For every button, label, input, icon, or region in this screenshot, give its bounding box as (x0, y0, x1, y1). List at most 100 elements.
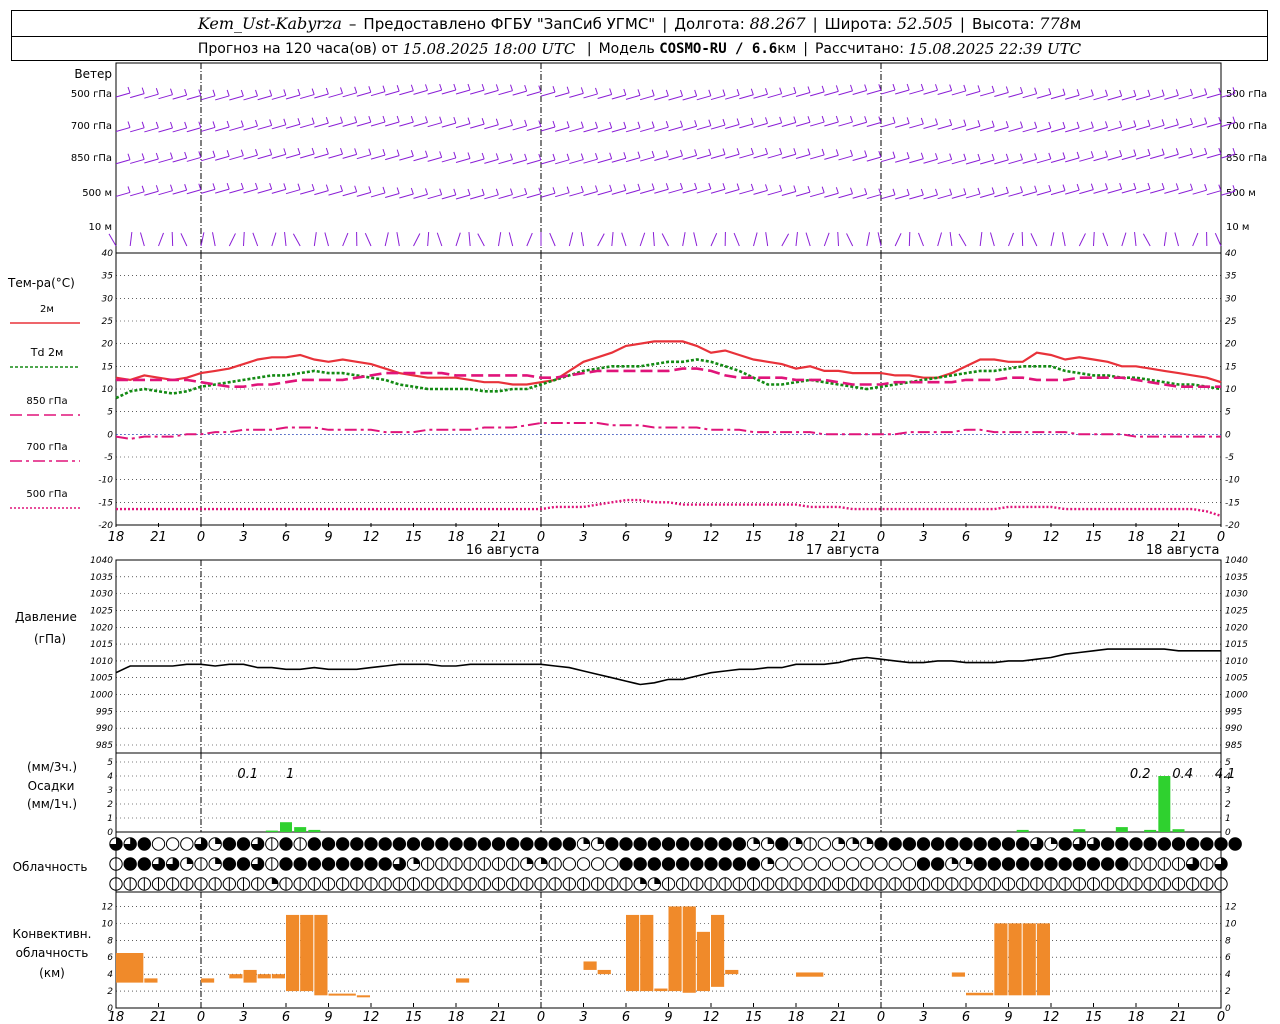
lon-label: Долгота: (674, 14, 745, 33)
cloud-symbol (265, 857, 279, 871)
wind-barb (810, 91, 825, 97)
wind-barb (668, 95, 683, 101)
alt-label: Высота: (971, 14, 1035, 33)
wind-barb (583, 158, 598, 164)
wind-barb (1036, 190, 1051, 196)
wind-barb (739, 153, 754, 159)
wind-barb-feather (269, 182, 273, 190)
wind-barb (753, 93, 768, 99)
conv-bar (994, 923, 1008, 996)
wind-barb (852, 121, 867, 127)
wind-barb (753, 189, 768, 195)
wind-barb-feather (651, 183, 655, 190)
wind-barb-feather (1105, 183, 1108, 190)
wind-barb (1022, 158, 1037, 164)
wind-barb (795, 154, 811, 160)
precip-ytick-left: 1 (107, 814, 113, 824)
wind-barb (937, 159, 952, 165)
wind-barb-feather (1062, 152, 1066, 159)
wind-barb-feather (680, 120, 683, 127)
wind-barb-feather (991, 187, 995, 194)
wind-barb-feather (623, 184, 627, 191)
wind-barb (342, 191, 357, 197)
temp-ytick-left: 15 (102, 362, 114, 372)
cloud-symbol (1100, 837, 1115, 851)
wind-barb (130, 127, 145, 133)
wind-barb-feather (354, 148, 358, 155)
convective-panel-frame (115, 891, 1222, 1009)
wind-barb (1022, 191, 1037, 197)
wind-barb-feather (1190, 183, 1193, 190)
cloud-symbol (279, 857, 293, 871)
wind-barb (540, 91, 556, 97)
wind-barb-feather (637, 183, 641, 191)
wind-barb (512, 90, 527, 96)
wind-barb (569, 92, 584, 98)
cloud-symbol (236, 837, 251, 851)
wind-level-label-right: 850 гПа (1226, 153, 1267, 164)
wind-barb-feather (736, 89, 740, 96)
wind-barb-feather (396, 149, 400, 156)
wind-barb-feather (226, 182, 230, 190)
wind-barb (1163, 232, 1167, 247)
x-tick-label: 12 (1043, 530, 1060, 545)
wind-barb (710, 95, 726, 101)
precip-ytick-left: 0 (107, 828, 113, 838)
wind-barb (781, 153, 796, 159)
wind-barb-feather (580, 87, 584, 94)
wind-barb-feather (495, 118, 499, 125)
precip-ytick-right: 3 (1225, 786, 1231, 796)
wind-barb-feather (736, 183, 740, 190)
wind-barb (866, 194, 881, 200)
wind-barb-feather (580, 185, 584, 193)
cloud-symbol (350, 857, 364, 871)
cloud-symbol (789, 877, 803, 891)
wind-barb-feather (382, 148, 386, 156)
cloud-symbol (1228, 837, 1242, 851)
cloud-symbol (704, 857, 718, 871)
wind-barb (994, 126, 1009, 132)
pressure-ytick-left: 995 (96, 707, 113, 717)
wind-barb (172, 189, 187, 195)
cloud-symbol (718, 837, 732, 851)
precip-bar (1115, 827, 1128, 832)
wind-barb-feather (1147, 119, 1151, 127)
wind-barb (144, 93, 159, 99)
conv-ytick-right: 6 (1225, 953, 1231, 963)
conv-ytick-right: 12 (1225, 902, 1237, 912)
wind-barb (1093, 95, 1108, 101)
x-tick-label-bottom: 3 (919, 1010, 927, 1024)
wind-barb-feather (665, 150, 669, 157)
wind-barb-feather (807, 86, 811, 93)
cloud-symbol (477, 877, 492, 891)
wind-barb (342, 121, 357, 127)
precip-unit-3h: (мм/3ч.) (27, 760, 77, 774)
cloud-panel-frame (115, 831, 1222, 893)
temp-ytick-right: -10 (1225, 476, 1240, 486)
wind-barb (512, 159, 527, 165)
wind-barb (342, 92, 357, 98)
wind-barb (314, 153, 329, 159)
conv-bar (796, 972, 824, 977)
wind-barb (144, 127, 159, 133)
conv-title-2: облачность (16, 946, 89, 960)
wind-barb (880, 122, 896, 128)
wind-barb-feather (1005, 86, 1009, 93)
wind-barb-feather (255, 149, 258, 156)
wind-barb-feather (864, 84, 868, 91)
cloud-symbol (1030, 837, 1044, 851)
cloud-symbol (364, 837, 378, 851)
cloud-symbol (534, 857, 548, 871)
temp-legend-label: 700 гПа (26, 442, 67, 453)
wind-barb-feather (198, 151, 202, 158)
wind-barb-feather (651, 150, 655, 158)
wind-barb-feather (538, 187, 542, 194)
cloud-symbol (930, 857, 945, 871)
wind-barb (441, 89, 456, 95)
wind-barb-feather (609, 184, 613, 192)
wind-barb (1093, 126, 1108, 132)
cloud-symbol (1214, 857, 1228, 871)
wind-barb (725, 94, 740, 100)
wind-barb (328, 153, 343, 159)
cloud-symbol-fill (251, 837, 264, 851)
